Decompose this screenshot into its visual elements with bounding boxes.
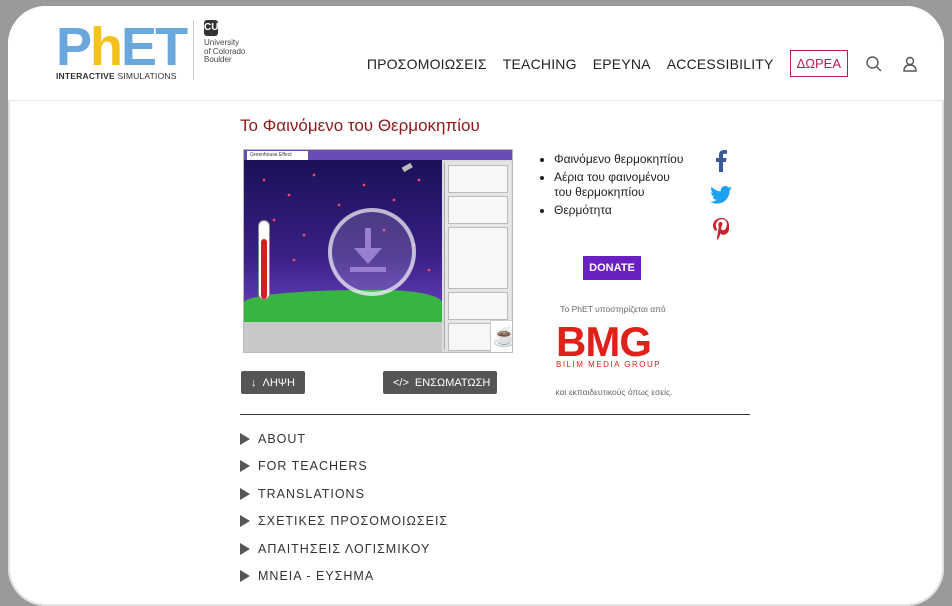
browser-frame: PhET INTERACTIVE SIMULATIONS CU Universi… <box>8 6 944 606</box>
user-icon[interactable] <box>900 54 920 74</box>
main-nav: ΠΡΟΣΟΜΟΙΩΣΕΙΣ TEACHING ΕΡΕΥΝΑ ACCESSIBIL… <box>367 50 920 77</box>
embed-label: ΕΝΣΩΜΑΤΩΣΗ <box>414 376 491 389</box>
tagline-bold: INTERACTIVE <box>56 71 115 81</box>
sim-thermometer <box>258 220 270 300</box>
accordion-label: TRANSLATIONS <box>258 486 365 501</box>
donate-button[interactable]: DONATE <box>583 256 641 280</box>
logo-letter-e: E <box>121 17 157 77</box>
section-divider <box>240 414 750 415</box>
info-accordion: ABOUT FOR TEACHERS TRANSLATIONS ΣΧΕΤΙΚΕΣ… <box>240 425 640 590</box>
accordion-label: ABOUT <box>258 431 307 446</box>
site-header: PhET INTERACTIVE SIMULATIONS CU Universi… <box>8 6 944 101</box>
simulation-preview[interactable]: Greenhouse Effect ☕ <box>243 149 513 353</box>
topic-item: Αέρια του φαινομένου του θερμοκηπίου <box>554 170 688 200</box>
logo-letter-t: T <box>155 17 188 77</box>
facebook-icon[interactable] <box>710 150 732 172</box>
accordion-label: ΣΧΕΤΙΚΕΣ ΠΡΟΣΟΜΟΙΩΣΕΙΣ <box>258 514 449 529</box>
expand-triangle-icon <box>240 570 250 583</box>
expand-triangle-icon <box>240 515 250 528</box>
twitter-icon[interactable] <box>710 184 732 206</box>
expand-triangle-icon <box>240 432 250 445</box>
phet-logo-letters: PhET <box>56 17 188 77</box>
nav-teaching[interactable]: TEACHING <box>503 56 577 72</box>
expand-triangle-icon <box>240 460 250 473</box>
accordion-about[interactable]: ABOUT <box>240 425 640 453</box>
download-button[interactable]: ↓ ΛΗΨΗ <box>241 371 305 394</box>
code-icon: </> <box>393 376 409 389</box>
sim-tab: Greenhouse Effect <box>247 151 308 160</box>
university-logo[interactable]: CU University of Colorado Boulder <box>193 20 274 80</box>
topic-item: Φαινόμενο θερμοκηπίου <box>554 152 688 167</box>
tagline-rest: SIMULATIONS <box>117 71 177 81</box>
university-line-3: Boulder <box>204 55 232 64</box>
nav-donate-button[interactable]: ΔΩΡΕΑ <box>789 50 848 77</box>
accordion-label: ΑΠΑΙΤΗΣΕΙΣ ΛΟΓΙΣΜΙΚΟΥ <box>258 541 431 556</box>
sponsor-logo[interactable]: BMG BILIM MEDIA GROUP <box>556 318 674 370</box>
accordion-related-sims[interactable]: ΣΧΕΤΙΚΕΣ ΠΡΟΣΟΜΟΙΩΣΕΙΣ <box>240 508 640 536</box>
nav-research[interactable]: ΕΡΕΥΝΑ <box>593 56 651 72</box>
sponsor-logo-letters: BMG <box>556 318 652 365</box>
logo-letter-h: h <box>90 17 123 77</box>
topics-list: Φαινόμενο θερμοκηπίου Αέρια του φαινομέν… <box>538 152 688 221</box>
sim-tab-bar: Greenhouse Effect <box>244 150 512 160</box>
download-arrow-icon <box>350 228 386 272</box>
phet-tagline: INTERACTIVE SIMULATIONS <box>56 71 177 81</box>
logo-letter-p: P <box>56 17 92 77</box>
sim-ground <box>244 290 442 322</box>
accordion-label: ΜΝΕΙΑ - ΕΥΣΗΜΑ <box>258 569 375 584</box>
accordion-label: FOR TEACHERS <box>258 459 368 474</box>
nav-accessibility[interactable]: ACCESSIBILITY <box>667 56 774 72</box>
sim-controls-bar <box>244 322 442 352</box>
download-icon: ↓ <box>251 376 257 389</box>
social-links <box>710 150 732 252</box>
sponsor-text-2: και εκπαιδευτικούς όπως εσείς. <box>555 387 673 397</box>
embed-button[interactable]: </> ΕΝΣΩΜΑΤΩΣΗ <box>383 371 497 394</box>
java-icon: ☕ <box>490 320 512 352</box>
expand-triangle-icon <box>240 487 250 500</box>
sponsor-text: Το PhET υποστηρίζεται από <box>560 304 666 314</box>
download-label: ΛΗΨΗ <box>262 376 295 389</box>
topic-item: Θερμότητα <box>554 203 688 218</box>
accordion-translations[interactable]: TRANSLATIONS <box>240 480 640 508</box>
accordion-software-requirements[interactable]: ΑΠΑΙΤΗΣΕΙΣ ΛΟΓΙΣΜΙΚΟΥ <box>240 535 640 563</box>
phet-logo[interactable]: PhET INTERACTIVE SIMULATIONS <box>56 17 188 82</box>
page-title: Το Φαινόμενο του Θερμοκηπίου <box>240 116 480 135</box>
accordion-credits[interactable]: ΜΝΕΙΑ - ΕΥΣΗΜΑ <box>240 563 640 591</box>
cu-icon: CU <box>204 20 218 36</box>
sponsor-logo-sub: BILIM MEDIA GROUP <box>556 360 662 369</box>
accordion-for-teachers[interactable]: FOR TEACHERS <box>240 453 640 481</box>
expand-triangle-icon <box>240 542 250 555</box>
university-name: University of Colorado Boulder <box>204 38 274 65</box>
nav-simulations[interactable]: ΠΡΟΣΟΜΟΙΩΣΕΙΣ <box>367 56 487 72</box>
pinterest-icon[interactable] <box>710 218 732 240</box>
search-icon[interactable] <box>864 54 884 74</box>
